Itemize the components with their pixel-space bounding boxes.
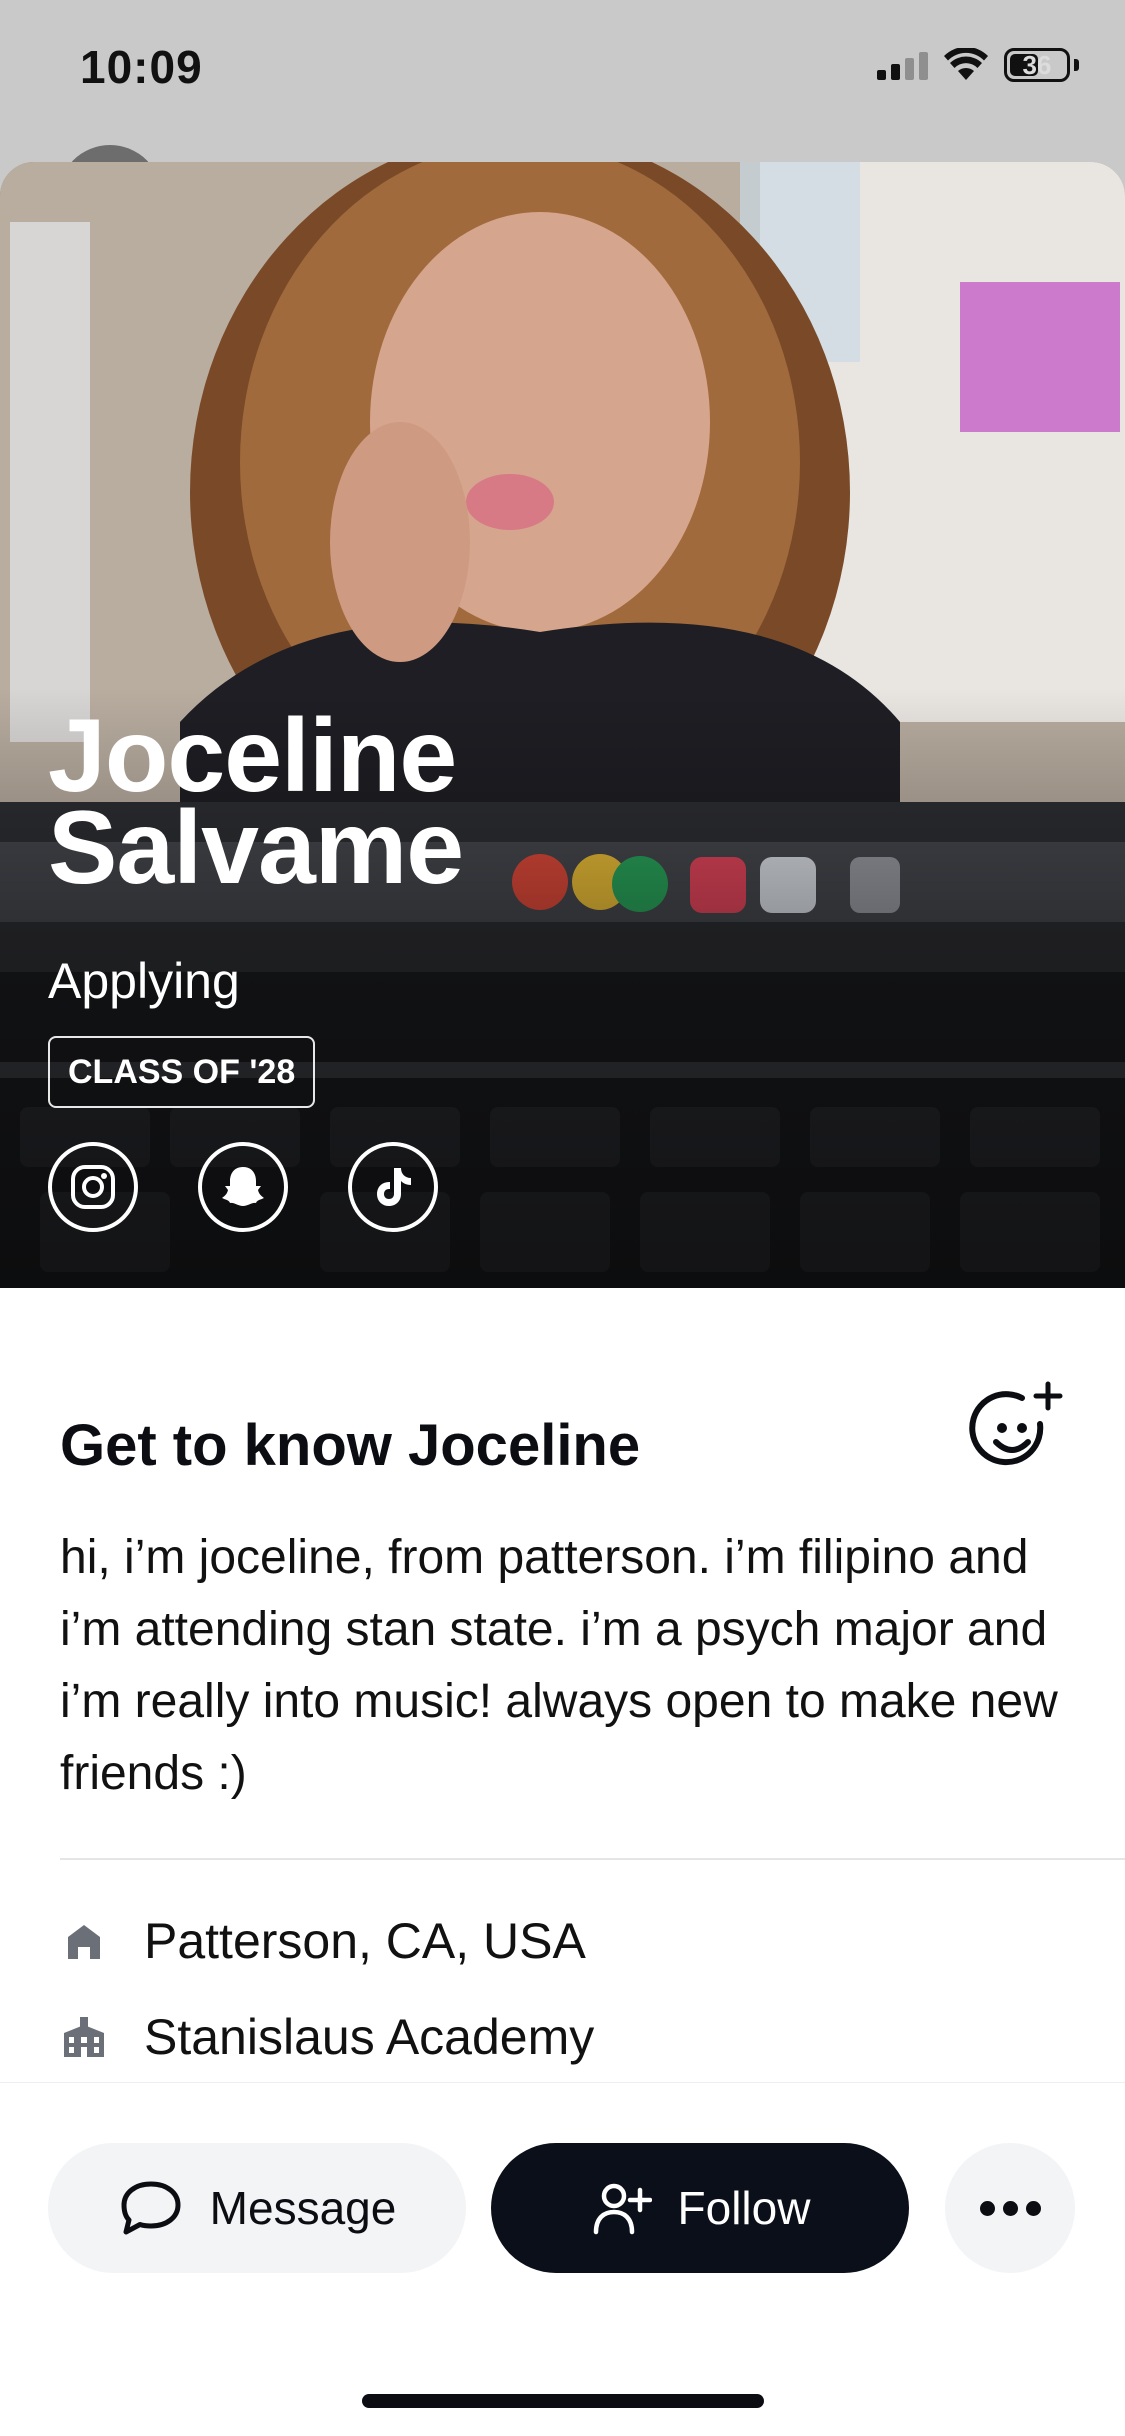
tiktok-icon (377, 1168, 411, 1206)
class-badge: CLASS OF '28 (48, 1036, 316, 1108)
school-text: Stanislaus Academy (144, 2009, 595, 2065)
tiktok-button[interactable] (348, 1142, 438, 1232)
school-building-icon (64, 2017, 104, 2057)
home-indicator[interactable] (362, 2394, 764, 2408)
instagram-icon (71, 1165, 115, 1209)
more-dots-icon (979, 2200, 1041, 2216)
last-name: Salvame (48, 790, 464, 906)
instagram-button[interactable] (48, 1142, 138, 1232)
follow-button[interactable]: Follow (491, 2143, 909, 2273)
action-bar: Message Follow (0, 2082, 1125, 2436)
status-icons: 36 (877, 48, 1079, 82)
status-time: 10:09 (80, 41, 203, 93)
profile-name: Joceline Salvame (48, 698, 748, 906)
more-options-button[interactable] (945, 2143, 1075, 2273)
wifi-icon (944, 48, 988, 80)
follow-label: Follow (677, 2182, 811, 2234)
chat-bubble-icon (121, 2181, 181, 2235)
snapchat-button[interactable] (198, 1142, 288, 1232)
hometown-text: Patterson, CA, USA (144, 1913, 586, 1969)
social-links (48, 1142, 438, 1232)
bio-text: hi, i’m joceline, from patterson. i’m fi… (60, 1531, 1058, 1800)
snapchat-icon (222, 1167, 264, 1206)
hometown-row: Patterson, CA, USA (60, 1912, 586, 1970)
battery-level: 36 (1022, 49, 1052, 80)
profile-status: Applying (48, 953, 240, 1009)
battery-icon: 36 (1004, 48, 1070, 82)
status-bar: 10:09 36 (0, 0, 1125, 140)
first-name: Joceline (48, 698, 457, 814)
home-icon (68, 1925, 100, 1959)
add-user-icon (593, 2183, 652, 2235)
add-reaction-icon[interactable] (966, 1380, 1066, 1480)
cellular-signal-icon (877, 50, 928, 80)
message-label: Message (209, 2182, 397, 2234)
divider (60, 1858, 1125, 1860)
message-button[interactable]: Message (48, 2143, 466, 2273)
school-row: Stanislaus Academy (60, 2008, 594, 2066)
section-title: Get to know Joceline (60, 1413, 641, 1478)
profile-hero: Joceline Salvame Applying CLASS OF '28 (0, 162, 1125, 1288)
